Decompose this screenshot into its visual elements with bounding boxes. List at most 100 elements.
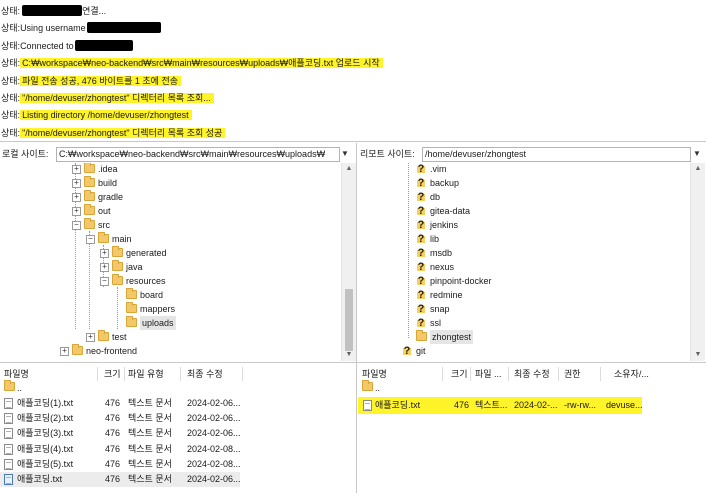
unknown-folder-icon: ?	[417, 233, 425, 245]
tree-item-label: .vim	[430, 164, 447, 174]
tree-item-label: snap	[430, 304, 450, 314]
file-row[interactable]: 애플코딩(1).txt 476 텍스트 문서 2024-02-06...	[0, 396, 241, 411]
log-message: C:₩workspace₩neo-backend₩src₩main₩resour…	[20, 58, 383, 69]
tree-item-label: generated	[126, 248, 167, 258]
parent-label: ..	[375, 383, 381, 393]
scroll-up-icon[interactable]: ▲	[691, 163, 705, 175]
tree-item-idea[interactable]: + .idea	[0, 163, 340, 176]
folder-icon	[98, 330, 109, 341]
log-message-text: Using username	[20, 23, 86, 34]
collapse-icon[interactable]: −	[100, 277, 109, 286]
log-message-text: C:₩workspace₩neo-backend₩src₩main₩resour…	[22, 58, 380, 69]
file-row[interactable]: 애플코딩.txt 476 텍스트... 2024-02-... -rw-rw... dev…	[358, 397, 643, 414]
file-row[interactable]: 애플코딩(5).txt 476 텍스트 문서 2024-02-08...	[0, 457, 241, 472]
log-divider[interactable]	[0, 141, 706, 142]
tree-item-board[interactable]: board	[0, 288, 340, 302]
column-separator	[470, 367, 471, 381]
remote-tree-item-lib[interactable]: ? lib	[358, 232, 688, 246]
file-row[interactable]: 애플코딩(2).txt 476 텍스트 문서 2024-02-06...	[0, 411, 241, 426]
file-type: 텍스트 문서	[128, 443, 172, 454]
file-name: 애플코딩(5).txt	[17, 458, 74, 469]
file-row[interactable]: 애플코딩(4).txt 476 텍스트 문서 2024-02-08...	[0, 442, 241, 457]
collapse-icon[interactable]: −	[72, 221, 81, 230]
remote-directory-tree[interactable]: ? .vim? backup? db? gitea-data? jenkins? lib? m…	[358, 163, 706, 361]
local-directory-tree[interactable]: + .idea + build + gradle + out − src − main + generat…	[0, 163, 356, 361]
remote-tree-item-ssl[interactable]: ? ssl	[358, 316, 688, 330]
remote-tree-item-redmine[interactable]: ? redmine	[358, 288, 688, 302]
parent-directory-row[interactable]: ..	[358, 380, 688, 395]
parent-directory-row[interactable]: ..	[0, 380, 340, 395]
tree-item-neo-frontend[interactable]: + neo-frontend	[0, 344, 340, 358]
file-name: 애플코딩.txt	[375, 400, 421, 410]
remote-tree-item-vim[interactable]: ? .vim	[358, 163, 688, 176]
remote-tree-item-zhongtest[interactable]: zhongtest	[358, 330, 688, 344]
remote-tree-item-db[interactable]: ? db	[358, 190, 688, 204]
tree-item-main[interactable]: − main	[0, 232, 340, 246]
text-file-icon	[4, 428, 13, 440]
log-message: 연결...	[20, 5, 106, 16]
tree-item-gradle[interactable]: + gradle	[0, 190, 340, 204]
remote-tree-item-nexus[interactable]: ? nexus	[358, 260, 688, 274]
pane-divider[interactable]	[356, 143, 357, 493]
remote-tree-item-pinpoint-docker[interactable]: ? pinpoint-docker	[358, 274, 688, 288]
file-row[interactable]: 애플코딩.txt 476 텍스트 문서 2024-02-06...	[0, 472, 241, 487]
message-log[interactable]: 상태: 연결... 상태:Using username 상태:Connected to…	[0, 0, 706, 141]
expand-icon[interactable]: +	[60, 347, 69, 356]
expand-icon[interactable]: +	[72, 193, 81, 202]
remote-file-list[interactable]: .. 애플코딩.txt 476 텍스트... 2024-02-... -rw-rw... d…	[358, 380, 706, 493]
scroll-down-icon[interactable]: ▼	[342, 349, 356, 361]
remote-tree-item-backup[interactable]: ? backup	[358, 176, 688, 190]
log-line: 상태: Listing directory /home/devuser/zhong…	[1, 108, 192, 122]
folder-icon	[112, 274, 123, 285]
log-status-prefix: 상태:	[1, 110, 21, 121]
tree-item-uploads[interactable]: uploads	[0, 316, 340, 330]
column-separator	[558, 367, 559, 381]
folder-icon	[84, 204, 95, 215]
tree-item-java[interactable]: + java	[0, 260, 340, 274]
tree-item-label: db	[430, 192, 441, 202]
scroll-thumb[interactable]	[345, 289, 353, 351]
tree-item-generated[interactable]: + generated	[0, 246, 340, 260]
remote-tree-scrollbar[interactable]: ▲ ▼	[690, 163, 705, 361]
local-split-divider[interactable]	[0, 362, 356, 363]
tree-item-label: jenkins	[430, 220, 459, 230]
collapse-icon[interactable]: −	[86, 235, 95, 244]
expand-icon[interactable]: +	[86, 333, 95, 342]
log-message: "/home/devuser/zhongtest" 디렉터리 목록 조회 성공	[20, 127, 226, 138]
local-path-dropdown-icon[interactable]: ▼	[339, 147, 351, 160]
file-row[interactable]: 애플코딩(3).txt 476 텍스트 문서 2024-02-06...	[0, 426, 241, 441]
local-path-input[interactable]: C:₩workspace₩neo-backend₩src₩main₩resour…	[56, 147, 340, 162]
tree-item-label: msdb	[430, 248, 453, 258]
tree-item-build[interactable]: + build	[0, 176, 340, 190]
file-owner: devuse...	[606, 400, 643, 410]
scroll-down-icon[interactable]: ▼	[691, 349, 705, 361]
file-size: 476	[105, 428, 121, 439]
expand-icon[interactable]: +	[72, 179, 81, 188]
remote-tree-item-gitea-data[interactable]: ? gitea-data	[358, 204, 688, 218]
tree-item-label: zhongtest	[430, 330, 474, 344]
remote-tree-item-jenkins[interactable]: ? jenkins	[358, 218, 688, 232]
tree-item-src[interactable]: − src	[0, 218, 340, 232]
local-tree-scrollbar[interactable]: ▲ ▼	[341, 163, 356, 361]
local-file-list[interactable]: .. 애플코딩(1).txt 476 텍스트 문서 2024-02-06... 애플코딩(…	[0, 380, 356, 493]
log-line: 상태: "/home/devuser/zhongtest" 디렉터리 목록 조회.…	[1, 91, 214, 105]
expand-icon[interactable]: +	[100, 263, 109, 272]
unknown-folder-icon: ?	[417, 205, 425, 217]
scroll-up-icon[interactable]: ▲	[342, 163, 356, 175]
tree-item-out[interactable]: + out	[0, 204, 340, 218]
remote-path-dropdown-icon[interactable]: ▼	[691, 147, 703, 160]
expand-icon[interactable]: +	[100, 249, 109, 258]
expand-icon[interactable]: +	[72, 165, 81, 174]
remote-tree-item-git[interactable]: ? git	[358, 344, 688, 358]
column-separator	[242, 367, 243, 381]
file-modified: 2024-02-06...	[187, 474, 241, 484]
remote-path-input[interactable]: /home/devuser/zhongtest	[422, 147, 691, 162]
remote-split-divider[interactable]	[357, 362, 706, 363]
expand-icon[interactable]: +	[72, 207, 81, 216]
local-site-bar: 로컬 사이트: C:₩workspace₩neo-backend₩src₩mai…	[0, 146, 355, 162]
remote-tree-item-snap[interactable]: ? snap	[358, 302, 688, 316]
remote-tree-item-msdb[interactable]: ? msdb	[358, 246, 688, 260]
tree-item-mappers[interactable]: mappers	[0, 302, 340, 316]
tree-item-resources[interactable]: − resources	[0, 274, 340, 288]
tree-item-test[interactable]: + test	[0, 330, 340, 344]
